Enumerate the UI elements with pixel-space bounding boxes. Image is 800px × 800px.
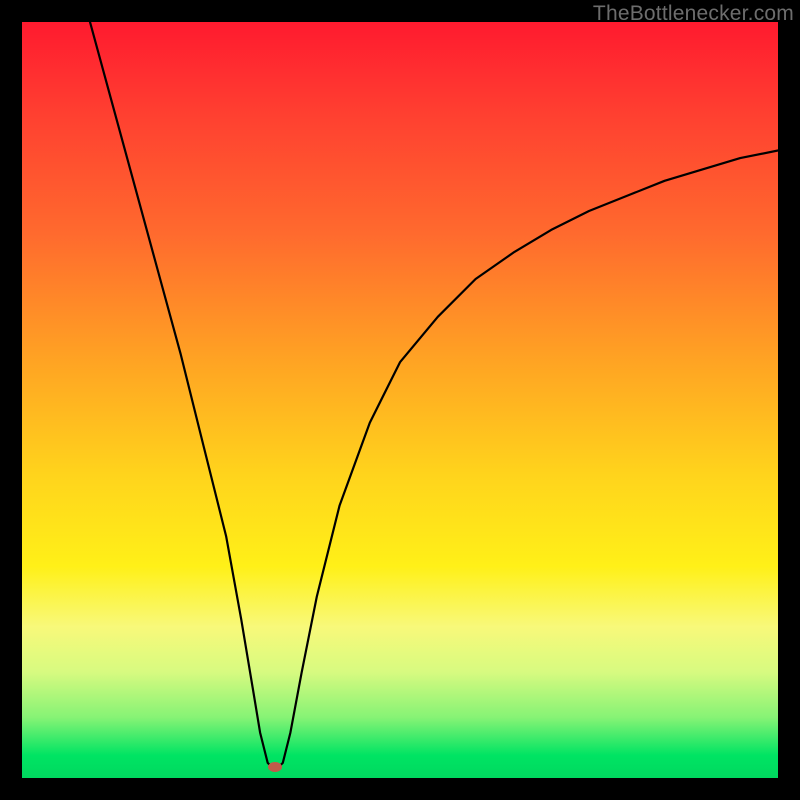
bottleneck-curve xyxy=(90,22,778,770)
optimum-marker xyxy=(268,762,282,772)
curve-svg xyxy=(22,22,778,778)
chart-frame: TheBottlenecker.com xyxy=(0,0,800,800)
plot-area xyxy=(22,22,778,778)
